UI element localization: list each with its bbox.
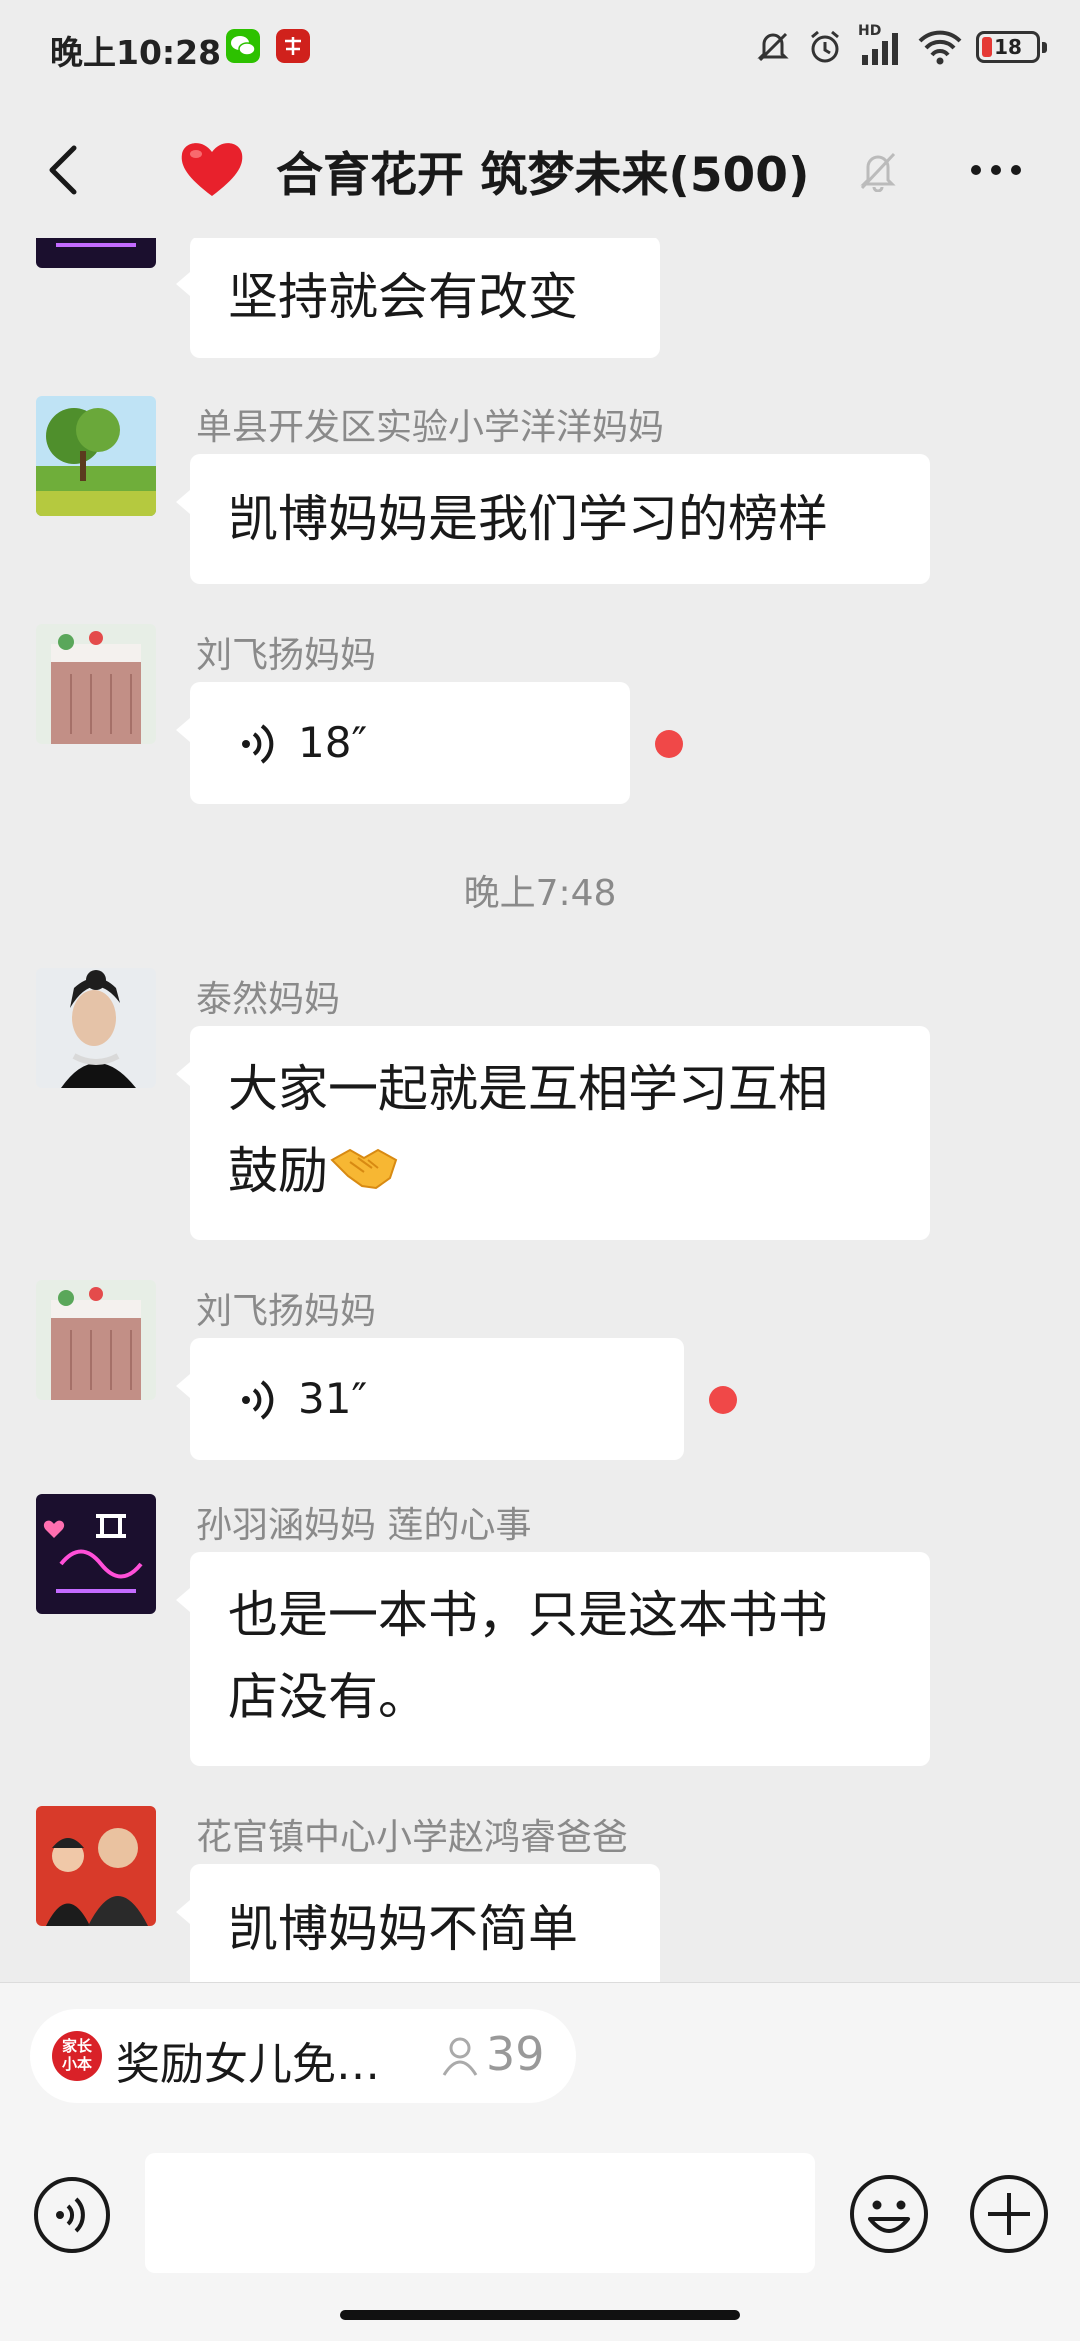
logo-line-2: 小本 [61, 2055, 92, 2073]
message-text: 凯博妈妈不简单 [228, 1900, 578, 1958]
voice-wave-icon [242, 1380, 274, 1420]
voice-input-button[interactable] [32, 2175, 112, 2255]
home-indicator[interactable] [340, 2310, 740, 2320]
message-text: 鼓励 [228, 1142, 328, 1200]
chat-title: 合育花开 筑梦未来(500) [276, 148, 810, 203]
father-son-avatar[interactable] [36, 1806, 156, 1926]
chat-message: 孙羽涵妈妈 莲的心事 也是一本书，只是这本书书 店没有。 [0, 1494, 1080, 1774]
voice-duration: 31″ [298, 1374, 368, 1423]
voice-wave-icon [242, 724, 274, 764]
notice-title: 奖励女儿免… [116, 2039, 380, 2090]
sender-name: 孙羽涵妈妈 莲的心事 [196, 1505, 532, 1546]
mute-vibrate-icon [757, 32, 789, 62]
cake-avatar[interactable] [36, 624, 156, 744]
message-input[interactable] [145, 2153, 815, 2273]
message-bubble[interactable]: 凯博妈妈不简单 [176, 1864, 660, 1982]
logo-line-1: 家长 [61, 2037, 92, 2055]
message-text-line: 店没有。 [228, 1668, 428, 1726]
battery-icon: 18 [976, 31, 1047, 63]
message-bubble[interactable]: 坚持就会有改变 [176, 238, 660, 358]
tree-landscape-avatar[interactable] [36, 396, 156, 516]
sender-name: 刘飞扬妈妈 [196, 635, 377, 676]
group-notice-pill[interactable]: 家长 小本 奖励女儿免… 39 [30, 2009, 576, 2103]
status-icons: HD 18 [754, 23, 1047, 69]
chat-message: 泰然妈妈 大家一起就是互相学习互相 鼓励 [0, 968, 1080, 1248]
emoji-button[interactable] [848, 2173, 930, 2255]
wifi-icon [918, 30, 962, 65]
notice-viewer-count: 39 [486, 2027, 545, 2081]
status-time: 晚上10:28 [50, 33, 222, 72]
woman-portrait-avatar[interactable] [36, 968, 156, 1088]
unread-dot [709, 1386, 737, 1414]
message-text-line: 大家一起就是互相学习互相 [228, 1060, 828, 1118]
status-bar: 晚上10:28 HD 18 [0, 0, 1080, 100]
message-text-line: 也是一本书，只是这本书书 [228, 1586, 828, 1644]
unread-dot [655, 730, 683, 758]
message-text: 凯博妈妈是我们学习的榜样 [228, 490, 828, 548]
chat-message-list[interactable]: 坚持就会有改变 单县开发区实验小学洋洋妈妈 凯博妈妈是我们学习的榜样 刘飞扬妈妈 [0, 238, 1080, 1982]
sender-name: 刘飞扬妈妈 [196, 1291, 377, 1332]
heart-icon [181, 143, 243, 196]
more-icon[interactable] [966, 152, 1026, 188]
parent-app-logo: 家长 小本 [52, 2031, 102, 2081]
chat-message: 花官镇中心小学赵鸿睿爸爸 凯博妈妈不简单 [0, 1806, 1080, 1982]
signal-icon: HD [858, 23, 904, 67]
chat-message: 刘飞扬妈妈 18″ [0, 624, 1080, 824]
chat-message: 坚持就会有改变 [0, 238, 1080, 368]
message-bubble[interactable]: 大家一起就是互相学习互相 鼓励 [176, 1026, 930, 1240]
timestamp: 晚上7:48 [463, 873, 617, 914]
neon-sign-avatar[interactable] [36, 1494, 156, 1614]
back-icon[interactable] [40, 140, 90, 200]
message-text-line-2: 鼓励 [228, 1130, 892, 1212]
sender-name: 花官镇中心小学赵鸿睿爸爸 [196, 1817, 629, 1858]
battery-level: 18 [994, 35, 1022, 59]
handshake-emoji-icon [330, 1148, 398, 1190]
voice-duration: 18″ [298, 718, 368, 767]
cake-avatar[interactable] [36, 1280, 156, 1400]
message-bubble[interactable]: 也是一本书，只是这本书书 店没有。 [176, 1552, 930, 1766]
chat-message: 刘飞扬妈妈 31″ [0, 1280, 1080, 1480]
alarm-icon [811, 30, 839, 63]
chat-message: 单县开发区实验小学洋洋妈妈 凯博妈妈是我们学习的榜样 [0, 396, 1080, 596]
wechat-icon [226, 29, 260, 63]
sender-name: 单县开发区实验小学洋洋妈妈 [196, 407, 665, 448]
mute-bell-icon [860, 152, 896, 192]
neon-sign-avatar[interactable] [36, 238, 156, 268]
voice-message-bubble[interactable]: 18″ [176, 682, 630, 804]
message-text: 坚持就会有改变 [228, 268, 578, 326]
chat-input-area: 家长 小本 奖励女儿免… 39 [0, 1982, 1080, 2341]
chat-header: 合育花开 筑梦未来(500) [0, 100, 1080, 238]
message-bubble[interactable]: 凯博妈妈是我们学习的榜样 [176, 454, 930, 584]
plus-button[interactable] [968, 2173, 1050, 2255]
sender-name: 泰然妈妈 [196, 979, 341, 1020]
xuexi-app-icon [276, 29, 310, 63]
voice-message-bubble[interactable]: 31″ [176, 1338, 684, 1460]
user-icon [442, 2037, 478, 2076]
